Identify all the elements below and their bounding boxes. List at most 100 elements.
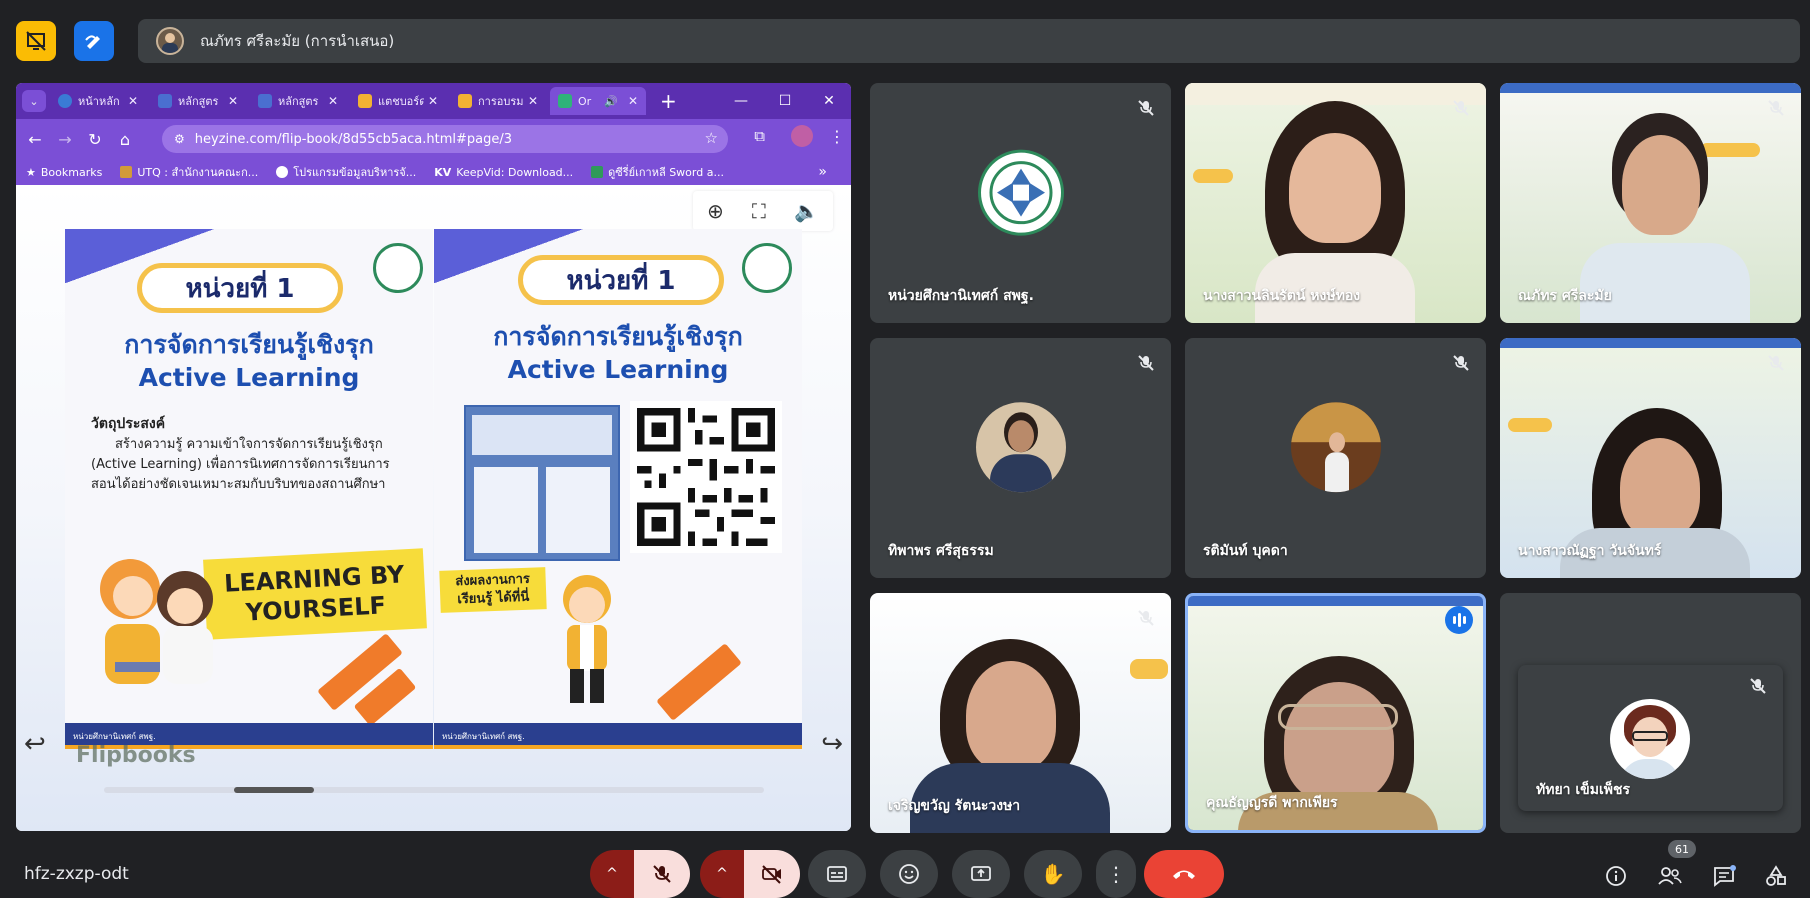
shield-icon <box>258 94 272 108</box>
presentation-off-icon[interactable] <box>16 21 56 61</box>
bookmarks-overflow-icon[interactable]: » <box>818 164 827 180</box>
chevron-up-icon: ^ <box>606 866 618 882</box>
bookmark-item[interactable]: ★ Bookmarks <box>26 166 102 179</box>
page-title-th: การจัดการเรียนรู้เชิงรุก <box>493 322 743 351</box>
browser-tab[interactable]: แตชบอร์ด ✕ <box>350 87 446 115</box>
page-title-en: Active Learning <box>507 355 729 384</box>
unit-heading: หน่วยที่ 1 <box>137 263 343 313</box>
participant-tile[interactable]: ณภัทร ศรีละมัย <box>1500 83 1801 323</box>
participant-tile[interactable]: นางสาวณัฏฐา วันจันทร์ <box>1500 338 1801 578</box>
audio-options-button[interactable]: ^ <box>590 850 634 898</box>
bookmark-label: Bookmarks <box>40 165 103 179</box>
browser-tab[interactable]: หลักสูตร ✕ <box>150 87 246 115</box>
flipbooks-brand: Flipbooks <box>76 743 196 768</box>
close-window-icon[interactable]: ✕ <box>807 93 851 109</box>
close-icon[interactable]: ✕ <box>228 94 238 108</box>
fullscreen-icon[interactable]: ⛶ <box>752 199 766 223</box>
camera-toggle-button[interactable] <box>744 850 800 898</box>
participant-name: ณภัทร ศรีละมัย <box>1518 288 1612 304</box>
participant-name: ทัทยา เข็มเพ็ชร <box>1536 782 1631 798</box>
forward-icon[interactable]: → <box>50 130 80 149</box>
pen-annotate-icon[interactable] <box>74 21 114 61</box>
presenter-banner: ณภัทร ศรีละมัย (การนำเสนอ) <box>138 19 1800 63</box>
participant-tile[interactable]: ทัทยา เข็มเพ็ชร <box>1500 593 1801 833</box>
hand-icon: ✋ <box>1040 862 1066 886</box>
extensions-icon[interactable]: ⧉ <box>754 127 765 145</box>
microphone-toggle-button[interactable] <box>634 850 690 898</box>
reactions-button[interactable] <box>880 850 938 898</box>
submit-work-label: ส่งผลงานการ เรียนรู้ ได้ที่นี่ <box>439 567 547 613</box>
people-icon[interactable] <box>1656 862 1684 890</box>
browser-tab-active[interactable]: Or 🔊 ✕ <box>550 87 646 115</box>
avatar <box>975 402 1066 493</box>
viewer-toolbar: ⊕ ⛶ 🔈 <box>693 191 833 231</box>
raise-hand-button[interactable]: ✋ <box>1024 850 1082 898</box>
close-icon[interactable]: ✕ <box>128 94 138 108</box>
qr-code[interactable] <box>630 401 782 553</box>
scroll-thumb[interactable] <box>234 787 314 793</box>
participant-tile-speaking[interactable]: คุณธัญญรดี พากเพียร <box>1185 593 1486 833</box>
reload-icon[interactable]: ↻ <box>80 130 110 149</box>
address-bar[interactable]: ⚙ heyzine.com/flip-book/8d55cb5aca.html#… <box>162 125 728 153</box>
participant-name: นางสาวณัฏฐา วันจันทร์ <box>1518 543 1662 559</box>
bookmark-item[interactable]: ดูซีรี่ย์เกาหลี Sword a... <box>591 163 724 181</box>
tab-label: การอบรม <box>478 95 524 108</box>
participant-name: ทิพาพร ศรีสุธรรม <box>888 543 994 559</box>
participant-tile[interactable]: ทิพาพร ศรีสุธรรม <box>870 338 1171 578</box>
close-icon[interactable]: ✕ <box>628 94 638 108</box>
page-title-en: Active Learning <box>138 363 360 392</box>
tab-search-button[interactable]: ⌄ <box>22 90 46 112</box>
browser-tab[interactable]: หลักสูตร ✕ <box>250 87 346 115</box>
leave-call-button[interactable] <box>1144 850 1224 898</box>
more-options-button[interactable]: ⋮ <box>1096 850 1136 898</box>
url-text[interactable]: heyzine.com/flip-book/8d55cb5aca.html#pa… <box>195 132 512 147</box>
meeting-info-icon[interactable] <box>1602 862 1630 890</box>
presenter-name: ณภัทร ศรีละมัย (การนำเสนอ) <box>200 32 395 50</box>
flipbook-page-left[interactable]: หน่วยที่ 1 การจัดการเรียนรู้เชิงรุก Acti… <box>65 229 433 749</box>
label-line: ส่งผลงานการ <box>455 571 531 590</box>
participant-name: เจริญขวัญ รัตนะวงษา <box>888 798 1021 814</box>
next-page-icon[interactable]: ↪ <box>821 729 843 759</box>
avatar <box>1610 699 1690 779</box>
bookmark-item[interactable]: โปรแกรมข้อมูลบริหารจั... <box>276 163 416 181</box>
close-icon[interactable]: ✕ <box>528 94 538 108</box>
bookmark-item[interactable]: UTQ : สำนักงานคณะก... <box>120 163 258 181</box>
browser-tab[interactable]: การอบรม ✕ <box>450 87 546 115</box>
captions-button[interactable] <box>808 850 866 898</box>
home-icon[interactable]: ⌂ <box>110 130 140 149</box>
sound-icon[interactable]: 🔈 <box>794 199 819 223</box>
present-icon <box>971 866 991 881</box>
browser-tab[interactable]: หน้าหลัก ✕ <box>50 87 146 115</box>
participant-tile[interactable]: หน่วยศึกษานิเทศก์ สพฐ. <box>870 83 1171 323</box>
participant-name: หน่วยศึกษานิเทศก์ สพฐ. <box>888 288 1034 304</box>
participant-tile[interactable]: นางสาวนลินรัตน์ หงษ์ทอง <box>1185 83 1486 323</box>
more-menu-icon[interactable]: ⋮ <box>829 127 845 146</box>
bookmark-item[interactable]: KV KeepVid: Download... <box>434 166 573 179</box>
video-options-button[interactable]: ^ <box>700 850 744 898</box>
page-scrollbar[interactable] <box>104 787 764 793</box>
minimize-icon[interactable]: — <box>719 93 763 109</box>
mic-off-icon <box>1133 605 1159 631</box>
maximize-icon[interactable]: ☐ <box>763 93 807 109</box>
page-title-th: การจัดการเรียนรู้เชิงรุก <box>124 330 374 359</box>
close-icon[interactable]: ✕ <box>328 94 338 108</box>
profile-avatar[interactable] <box>791 125 813 147</box>
activities-icon[interactable] <box>1762 862 1790 890</box>
avatar <box>1290 402 1381 493</box>
close-icon[interactable]: ✕ <box>428 94 438 108</box>
back-icon[interactable]: ← <box>20 130 50 149</box>
present-screen-button[interactable] <box>952 850 1010 898</box>
speaker-icon[interactable]: 🔊 <box>604 95 618 108</box>
mic-off-icon <box>1448 95 1474 121</box>
flipbook-page-right[interactable]: หน่วยที่ 1 การจัดการเรียนรู้เชิงรุก Acti… <box>434 229 802 749</box>
site-settings-icon[interactable]: ⚙ <box>174 132 185 146</box>
c-icon <box>58 94 72 108</box>
previous-page-icon[interactable]: ↩ <box>24 729 46 759</box>
bookmark-star-icon[interactable]: ☆ <box>705 129 718 147</box>
chat-icon[interactable] <box>1710 862 1738 890</box>
participant-tile[interactable]: รติมันท์ บุคดา <box>1185 338 1486 578</box>
shield-icon <box>158 94 172 108</box>
participant-tile[interactable]: เจริญขวัญ รัตนะวงษา <box>870 593 1171 833</box>
zoom-in-icon[interactable]: ⊕ <box>707 199 724 223</box>
new-tab-button[interactable]: + <box>660 89 677 113</box>
